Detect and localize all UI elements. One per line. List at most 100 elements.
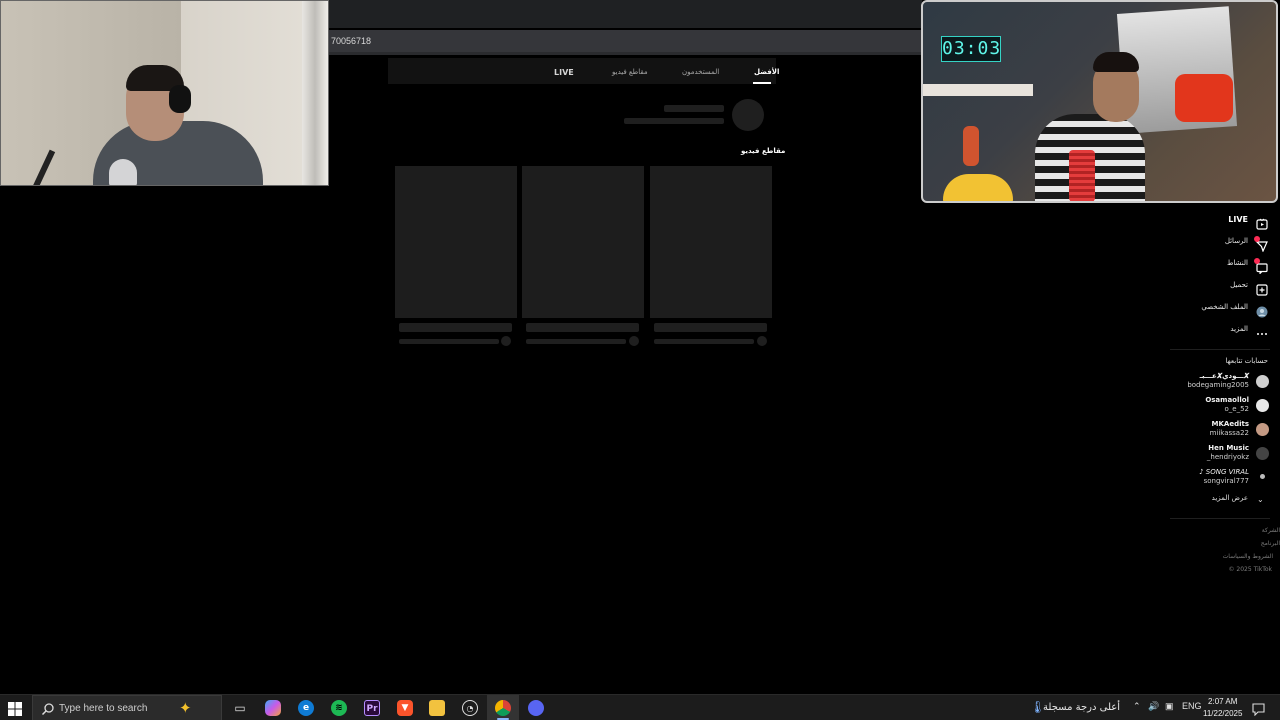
tab-live[interactable]: LIVE: [554, 68, 574, 77]
video-card-skeleton[interactable]: [522, 166, 644, 318]
video-card-skeleton[interactable]: [395, 166, 517, 318]
shelf: [923, 84, 1033, 96]
network-icon[interactable]: ▣: [1165, 701, 1174, 712]
search-placeholder: Type here to search: [59, 703, 148, 714]
following-account[interactable]: Hen Music _hendriyokz: [1207, 444, 1249, 462]
videos-section-title: مقاطع فيديو: [741, 147, 786, 155]
nav-upload[interactable]: تحميل: [1230, 281, 1248, 289]
live-icon[interactable]: [1256, 215, 1268, 230]
nav-activity[interactable]: النشاط: [1227, 259, 1248, 267]
brave-icon[interactable]: ▼: [397, 700, 413, 716]
meta-skeleton: [654, 339, 754, 344]
system-clock[interactable]: 2:07 AM 11/22/2025: [1203, 696, 1242, 720]
meta-avatar-skeleton: [629, 336, 639, 346]
digital-clock: 03:03: [941, 36, 1001, 62]
performance-gauge-icon[interactable]: ◔: [462, 700, 478, 716]
microphone: [109, 159, 137, 185]
account-name: Osamaollol: [1205, 396, 1249, 404]
copilot-icon[interactable]: [265, 700, 281, 716]
headset: [169, 85, 191, 113]
search-icon: [41, 701, 55, 716]
following-account[interactable]: Osamaollol o_e_52: [1205, 396, 1249, 414]
caption-skeleton: [526, 323, 639, 332]
webcam-overlay-right: 03:03: [921, 0, 1278, 203]
video-card-skeleton[interactable]: [650, 166, 772, 318]
account-name: ♪ SONG VIRAL: [1199, 468, 1249, 476]
discord-icon[interactable]: [528, 700, 544, 716]
windows-start-icon[interactable]: [8, 701, 22, 716]
premiere-pro-icon[interactable]: Pr: [364, 700, 380, 716]
account-avatar[interactable]: [1256, 423, 1269, 436]
show-more-link[interactable]: عرض المزيد: [1212, 494, 1248, 502]
account-username: songviral777: [1203, 477, 1249, 485]
taskbar-search[interactable]: Type here to search ✦: [32, 695, 222, 720]
curtain: [302, 1, 328, 185]
nav-more[interactable]: المزيد: [1230, 325, 1248, 333]
edge-icon[interactable]: e: [298, 700, 314, 716]
following-heading: حسابات تتابعها: [1225, 357, 1268, 365]
more-dots-icon[interactable]: [1256, 325, 1268, 337]
user-handle-skeleton: [624, 118, 724, 124]
nav-live[interactable]: LIVE: [1228, 215, 1248, 224]
account-avatar[interactable]: [1256, 399, 1269, 412]
file-explorer-icon[interactable]: [429, 700, 445, 716]
chevron-down-icon[interactable]: ⌄: [1257, 495, 1264, 504]
mic-stand: [32, 149, 56, 185]
nav-profile[interactable]: الملف الشخصي: [1201, 303, 1248, 311]
account-username: o_e_52: [1224, 405, 1250, 413]
meta-skeleton: [399, 339, 499, 344]
footer-program[interactable]: البرنامج: [1261, 540, 1280, 547]
weather-text: أعلى درجة مسجلة: [1043, 702, 1120, 713]
meta-avatar-skeleton: [757, 336, 767, 346]
spotify-icon[interactable]: ≋: [331, 700, 347, 716]
activity-badge: [1254, 258, 1260, 264]
account-username: miikassa22: [1209, 429, 1249, 437]
clock-time: 2:07 AM: [1208, 697, 1238, 706]
account-avatar[interactable]: [1256, 447, 1269, 460]
caption-skeleton: [399, 323, 512, 332]
tray-overflow-chevron-icon[interactable]: ⌃: [1133, 701, 1141, 712]
profile-avatar-icon[interactable]: [1256, 303, 1268, 318]
upload-plus-icon[interactable]: [1256, 281, 1268, 296]
following-account[interactable]: MKAedits miikassa22: [1210, 420, 1249, 438]
copilot-sparkle-icon[interactable]: ✦: [179, 699, 192, 717]
account-name: MKAedits: [1211, 420, 1249, 428]
user-name-skeleton: [664, 105, 724, 112]
toy-car: [1175, 74, 1233, 122]
notification-icon[interactable]: [1252, 701, 1265, 717]
language-indicator[interactable]: ENG: [1182, 701, 1202, 711]
active-tab-indicator: [753, 82, 771, 84]
weather-widget[interactable]: 🌡 أعلى درجة مسجلة: [1030, 700, 1120, 716]
nav-divider: [1170, 349, 1270, 350]
account-name: عـــبـ𝑿ـــودي𝑿: [1199, 372, 1249, 380]
messages-badge: [1254, 236, 1260, 242]
meta-skeleton: [526, 339, 626, 344]
account-avatar[interactable]: [1260, 474, 1265, 479]
account-avatar[interactable]: [1256, 375, 1269, 388]
webcam-overlay-left: [0, 0, 329, 186]
footer-company[interactable]: الشركة: [1262, 527, 1280, 534]
following-account[interactable]: ♪ SONG VIRAL songviral777: [1199, 468, 1249, 486]
account-username: bodegaming2005: [1187, 381, 1249, 389]
account-name: Hen Music: [1208, 444, 1249, 452]
tab-users[interactable]: المستخدمون: [682, 68, 719, 76]
address-text: 70056718: [331, 36, 372, 46]
task-view-icon[interactable]: ▭: [232, 700, 248, 716]
footer-terms[interactable]: الشروط والسياسات: [1223, 553, 1273, 560]
nav-messages[interactable]: الرسائل: [1225, 237, 1248, 245]
figurine: [963, 126, 979, 166]
browser-tabstrip: [329, 0, 922, 28]
clock-date: 11/22/2025: [1203, 709, 1243, 718]
taskbar: Type here to search ✦ ▭ e ≋ Pr ▼ ◔ 🌡 أعل…: [0, 694, 1280, 720]
tab-top[interactable]: الأفضل: [754, 68, 779, 76]
following-account[interactable]: عـــبـ𝑿ـــودي𝑿 bodegaming2005: [1187, 372, 1249, 390]
chrome-icon[interactable]: [495, 700, 511, 716]
user-avatar-skeleton: [732, 99, 764, 131]
volume-icon[interactable]: 🔊: [1148, 701, 1159, 712]
tab-videos[interactable]: مقاطع فيديو: [612, 68, 648, 76]
streamer-hair: [1093, 52, 1139, 72]
address-bar[interactable]: 70056718: [329, 30, 922, 55]
drink-cup: [1069, 150, 1095, 201]
caption-skeleton: [654, 323, 767, 332]
footer-divider: [1170, 518, 1270, 519]
